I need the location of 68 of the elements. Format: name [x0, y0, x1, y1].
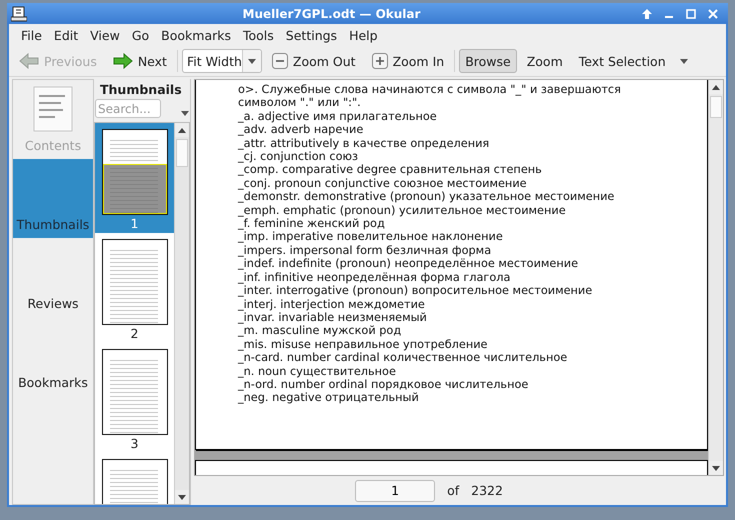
sidebar-tab[interactable]: Bookmarks: [13, 317, 93, 396]
document-text-line: _n-card. number cardinal количественное числительное: [238, 351, 568, 365]
menu-item[interactable]: Tools: [237, 28, 280, 42]
document-text-line: _neg. negative отрицательный: [238, 391, 420, 405]
scroll-thumb[interactable]: [710, 96, 722, 118]
menu-item[interactable]: File: [15, 28, 48, 42]
maximize-icon[interactable]: [686, 8, 696, 18]
page-number-field[interactable]: 1: [355, 480, 436, 502]
document-text-line: _comp. comparative degree сравнительная степень: [238, 163, 543, 177]
document-text-line: _mis. misuse неправильное употребление: [238, 338, 489, 352]
scrollbar[interactable]: [174, 123, 189, 504]
mode-button[interactable]: Browse: [459, 49, 517, 73]
right-arrow-icon: [112, 53, 133, 69]
left-arrow-icon: [19, 53, 39, 69]
menu-item[interactable]: Settings: [280, 28, 344, 42]
document-text-line: _attr. attributively в качестве определения: [238, 136, 490, 150]
document-text-line: _inter. interrogative (pronoun) вопросительное местоимение: [238, 284, 594, 298]
zoom-out-button[interactable]: Zoom Out: [266, 49, 362, 73]
panel-title: Thumbnails: [99, 81, 183, 99]
document-text-line: _conj. pronoun conjunctive союзное местоимение: [238, 176, 528, 190]
sidebar-tab[interactable]: Reviews: [13, 238, 93, 317]
document-text-line: _m. masculine мужской род: [238, 324, 402, 338]
search-field[interactable]: Search...: [95, 99, 161, 118]
document-text-line: _emph. emphatic (pronoun) усилительное местоимение: [238, 204, 567, 218]
document-text-line: _demonstr. demonstrative (pronoun) указательное местоимение: [238, 190, 616, 204]
menu-item[interactable]: Help: [343, 28, 384, 42]
document-text-line: _inf. infinitive неопределённая форма глагола: [238, 270, 512, 284]
menu-item[interactable]: Go: [126, 28, 156, 42]
close-icon[interactable]: [708, 8, 718, 18]
menu-item[interactable]: Bookmarks: [155, 28, 237, 42]
scrollbar[interactable]: [708, 80, 723, 475]
mode-button[interactable]: Text Selection: [572, 49, 672, 73]
scroll-up-icon[interactable]: [178, 128, 186, 132]
menu-item[interactable]: View: [84, 28, 126, 42]
zoom-select[interactable]: Fit Width: [182, 49, 262, 73]
zoom-in-icon: [372, 53, 388, 69]
document-text-line: _interj. interjection междометие: [238, 298, 426, 311]
document-text-line: _impers. impersonal form безличная форма: [238, 244, 492, 258]
zoom-out-icon: [272, 53, 288, 69]
next-button[interactable]: Next: [106, 49, 173, 73]
search-options-caret-icon: [181, 111, 189, 116]
page-count: 2322: [471, 483, 503, 498]
menu-item[interactable]: Edit: [48, 28, 84, 42]
document-text-line: _n-ord. number ordinal порядковое числительное: [238, 378, 530, 392]
document-text-line: _cj. conjunction союз: [238, 150, 360, 164]
page-thumbnail[interactable]: 1: [95, 123, 174, 233]
zoom-in-button[interactable]: Zoom In: [366, 49, 450, 73]
caret-icon: [248, 58, 256, 64]
document-text-line: o>. Служебные слова начинаются с символа "_" и завершаются символом "." или ":".: [238, 83, 622, 110]
scroll-up-icon[interactable]: [712, 84, 720, 90]
up-arrow-icon[interactable]: [642, 8, 652, 18]
sidebar-tab[interactable]: Thumbnails: [13, 159, 93, 238]
document-text-line: _adv. adverb наречие: [238, 123, 364, 137]
document-icon: [33, 86, 73, 132]
window-title: Mueller7GPL.odt — Okular: [242, 6, 422, 20]
document-text-line: _f. feminine женский род: [238, 217, 386, 230]
scroll-down-icon[interactable]: [178, 494, 186, 500]
app-icon: [11, 6, 27, 22]
scroll-down-icon[interactable]: [712, 466, 720, 470]
mode-button[interactable]: Zoom: [520, 49, 569, 73]
document-text-line: _indef. indefinite (pronoun) неопределённое местоимение: [238, 257, 580, 271]
dropdown-caret-icon: [680, 58, 688, 64]
document-text-line: _invar. invariable неизменяемый: [238, 310, 428, 324]
scroll-thumb[interactable]: [176, 139, 188, 167]
document-text-line: _n. noun существительное: [238, 364, 397, 378]
document-text-line: _a. adjective имя прилагательное: [238, 110, 438, 124]
document-text-line: _imp. imperative повелительное наклонение: [238, 230, 504, 244]
of-label: of: [447, 483, 460, 498]
